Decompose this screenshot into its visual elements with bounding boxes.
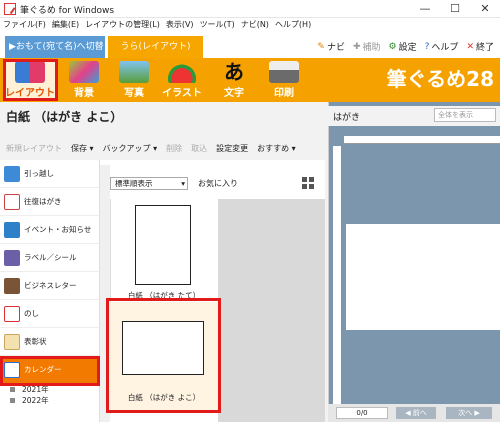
watermelon-icon (167, 61, 197, 83)
moving-truck-icon (4, 165, 20, 182)
app-icon (4, 3, 16, 15)
ribbon-print-label: 印刷 (274, 88, 294, 99)
save-button[interactable]: 保存 ▾ (71, 143, 94, 154)
ruler-vertical (333, 146, 341, 404)
window-title: 筆ぐるめ for Windows (20, 6, 115, 16)
new-layout-button[interactable]: 新規レイアウト (6, 143, 62, 154)
category-item[interactable]: 往復はがき (0, 188, 99, 216)
menu-edit[interactable]: 編集(E) (52, 18, 79, 32)
label-sticker-icon (4, 249, 20, 266)
menu-view[interactable]: 表示(V) (166, 18, 194, 32)
category-label: のし (24, 309, 39, 318)
favorites-button[interactable]: お気に入り (198, 178, 238, 189)
maximize-button[interactable]: ☐ (440, 0, 470, 18)
import-button[interactable]: 取込 (191, 143, 207, 154)
background-icon (69, 61, 99, 83)
menu-navi[interactable]: ナビ(N) (241, 18, 269, 32)
thumbnail-controls: 標準順表示 お気に入り (110, 176, 320, 190)
menu-tools[interactable]: ツール(T) (200, 18, 235, 32)
category-label: 表彰状 (24, 337, 47, 346)
tab-back-layout[interactable]: うら(レイアウト) (108, 36, 203, 58)
photo-icon (119, 61, 149, 83)
category-label: 引っ越し (24, 169, 54, 178)
category-item[interactable]: 引っ越し (0, 160, 99, 188)
assist-link[interactable]: ✚ 補助 (352, 40, 381, 54)
grid-view-icon[interactable] (302, 177, 314, 189)
sort-select[interactable]: 標準順表示 (110, 176, 188, 190)
category-label: ラベル／シール (24, 253, 77, 262)
certificate-icon (4, 333, 20, 350)
question-icon: ? (424, 41, 430, 52)
ribbon-background-button[interactable]: 背景 (58, 60, 110, 100)
preview-title: はがき (333, 113, 361, 123)
menu-file[interactable]: ファイル(F) (3, 18, 46, 32)
category-label: 往復はがき (24, 197, 62, 206)
ribbon-print-button[interactable]: 印刷 (258, 60, 310, 100)
category-item[interactable]: ラベル／シール (0, 244, 99, 272)
highlight-frame-thumbnail (106, 298, 221, 413)
change-settings-button[interactable]: 設定変更 (216, 143, 248, 154)
zoom-select[interactable]: 全体を表示 (434, 108, 496, 122)
ribbon-photo-label: 写真 (124, 88, 144, 99)
prev-page-button[interactable]: ◀ 前へ (396, 407, 436, 419)
exit-link[interactable]: ✕ 終了 (466, 40, 494, 54)
close-icon: ✕ (466, 41, 474, 52)
category-label: イベント・お知らせ (24, 225, 92, 234)
highlight-frame-layout (3, 59, 58, 101)
category-item[interactable]: ビジネスレター (0, 272, 99, 300)
backup-button[interactable]: バックアップ ▾ (103, 143, 158, 154)
business-bag-icon (4, 277, 20, 294)
navi-link[interactable]: ✎ ナビ (317, 40, 345, 54)
printer-icon (269, 61, 299, 83)
brand-logo: 筆ぐるめ28 (386, 67, 494, 91)
ribbon-text-label: 文字 (224, 88, 244, 99)
tab-front-address[interactable]: ▶おもて(宛て名)へ切替 (5, 36, 105, 58)
text-brush-icon: あ (224, 60, 244, 84)
layout-toolbar: 新規レイアウト 保存 ▾ バックアップ ▾ 削除 取込 設定変更 おすすめ ▾ (0, 138, 325, 158)
preview-postcard (346, 224, 500, 330)
page-counter: 0/0 (336, 407, 388, 419)
category-item[interactable]: 表彰状 (0, 328, 99, 356)
category-label: ビジネスレター (24, 281, 77, 290)
close-button[interactable]: ✕ (470, 0, 500, 18)
next-page-button[interactable]: 次へ ▶ (446, 407, 492, 419)
menu-layout-manage[interactable]: レイアウトの管理(L) (85, 18, 160, 32)
subcategory-item[interactable]: 2022年 (0, 395, 99, 406)
navi-label: ナビ (326, 43, 345, 53)
highlight-frame-calendar (0, 356, 100, 386)
noshi-icon (4, 305, 20, 322)
settings-link[interactable]: ⚙ 設定 (388, 40, 417, 54)
help-label: ヘルプ (431, 43, 459, 53)
ribbon-text-button[interactable]: あ 文字 (208, 60, 260, 100)
top-links: ✎ ナビ ✚ 補助 ⚙ 設定 ? ヘルプ ✕ 終了 (317, 40, 494, 54)
thumbnail-empty-area (218, 199, 325, 422)
ribbon-illustration-button[interactable]: イラスト (156, 60, 208, 100)
thumbnail-postcard-portrait[interactable] (135, 205, 191, 285)
settings-label: 設定 (398, 43, 417, 53)
ribbon-illustration-label: イラスト (162, 88, 202, 99)
document-title: 白紙 （はがき よこ） (6, 110, 123, 124)
category-item[interactable]: イベント・お知らせ (0, 216, 99, 244)
menu-bar: ファイル(F) 編集(E) レイアウトの管理(L) 表示(V) ツール(T) ナ… (0, 18, 500, 32)
pin-icon: ✎ (317, 41, 325, 52)
reply-postcard-icon (4, 193, 20, 210)
ribbon-photo-button[interactable]: 写真 (108, 60, 160, 100)
event-calendar-icon (4, 221, 20, 238)
wrench-icon: ✚ (352, 41, 361, 52)
gear-icon: ⚙ (388, 41, 397, 52)
exit-label: 終了 (475, 43, 494, 53)
ruler-horizontal (344, 136, 500, 144)
recommended-button[interactable]: おすすめ ▾ (257, 143, 296, 154)
delete-button[interactable]: 削除 (166, 143, 182, 154)
menu-help[interactable]: ヘルプ(H) (275, 18, 311, 32)
minimize-button[interactable]: — (410, 0, 440, 18)
help-link[interactable]: ? ヘルプ (424, 40, 459, 54)
category-item[interactable]: のし (0, 300, 99, 328)
ribbon-background-label: 背景 (74, 88, 94, 99)
assist-label: 補助 (362, 43, 381, 53)
